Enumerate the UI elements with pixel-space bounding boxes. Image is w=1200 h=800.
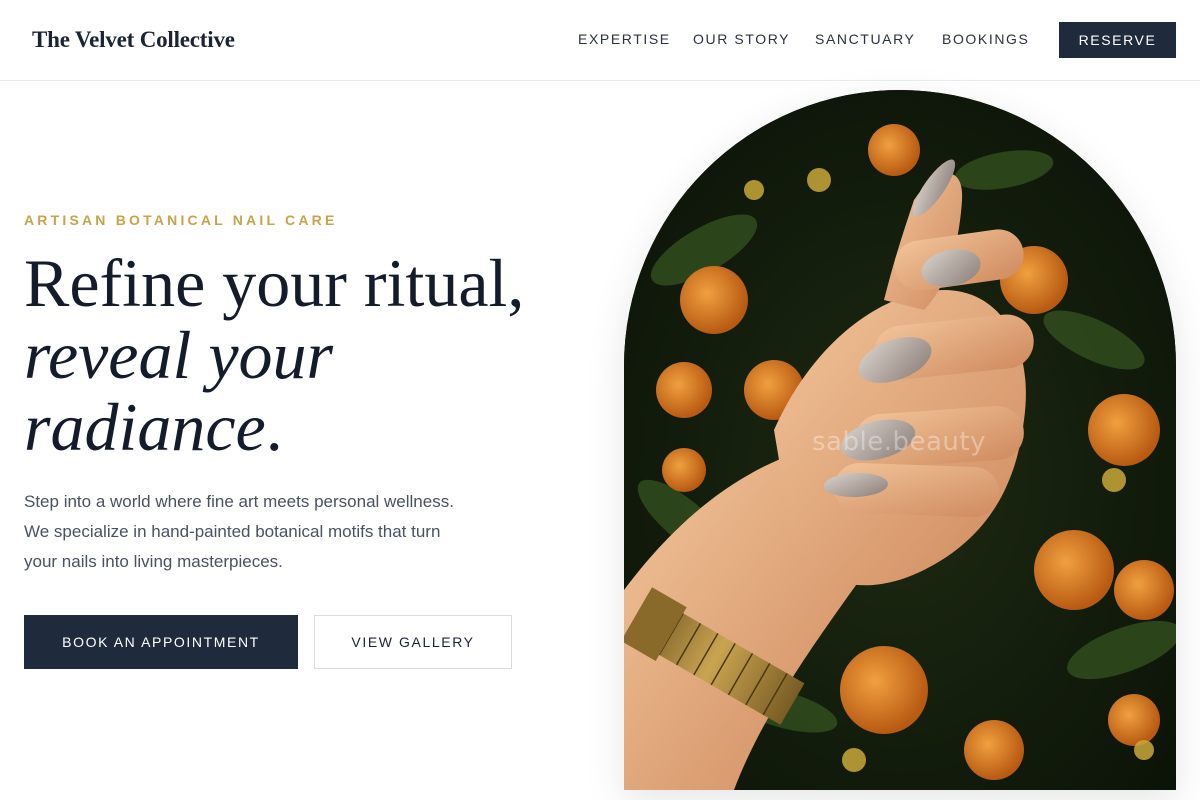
nav-bookings[interactable]: BOOKINGS bbox=[942, 31, 1029, 47]
view-gallery-button[interactable]: VIEW GALLERY bbox=[314, 615, 512, 669]
headline-radiance: radiance bbox=[24, 389, 266, 465]
description-line-1: Step into a world where fine art meets p… bbox=[24, 492, 454, 511]
nav-expertise[interactable]: EXPERTISE bbox=[578, 31, 671, 47]
hero-description: Step into a world where fine art meets p… bbox=[24, 487, 494, 577]
headline-period: . bbox=[265, 389, 283, 465]
description-line-2: We specialize in hand-painted botanical … bbox=[24, 522, 441, 541]
image-watermark: sable.beauty bbox=[812, 427, 986, 457]
nav-sanctuary[interactable]: SANCTUARY bbox=[815, 31, 916, 47]
book-appointment-button[interactable]: BOOK AN APPOINTMENT bbox=[24, 615, 298, 669]
hero-eyebrow: ARTISAN BOTANICAL NAIL CARE bbox=[24, 212, 338, 228]
headline-line-1: Refine your ritual, bbox=[24, 245, 525, 321]
description-line-3: your nails into living masterpieces. bbox=[24, 552, 283, 571]
reserve-button[interactable]: RESERVE bbox=[1059, 22, 1176, 58]
hero-headline: Refine your ritual, reveal your radiance… bbox=[24, 247, 584, 463]
site-header: The Velvet Collective EXPERTISE OUR STOR… bbox=[0, 0, 1200, 81]
nav-our-story[interactable]: OUR STORY bbox=[693, 31, 790, 47]
headline-line-3: radiance. bbox=[24, 391, 584, 463]
main-nav: EXPERTISE OUR STORY SANCTUARY BOOKINGS bbox=[0, 31, 1200, 51]
headline-line-2: reveal your bbox=[24, 317, 334, 393]
